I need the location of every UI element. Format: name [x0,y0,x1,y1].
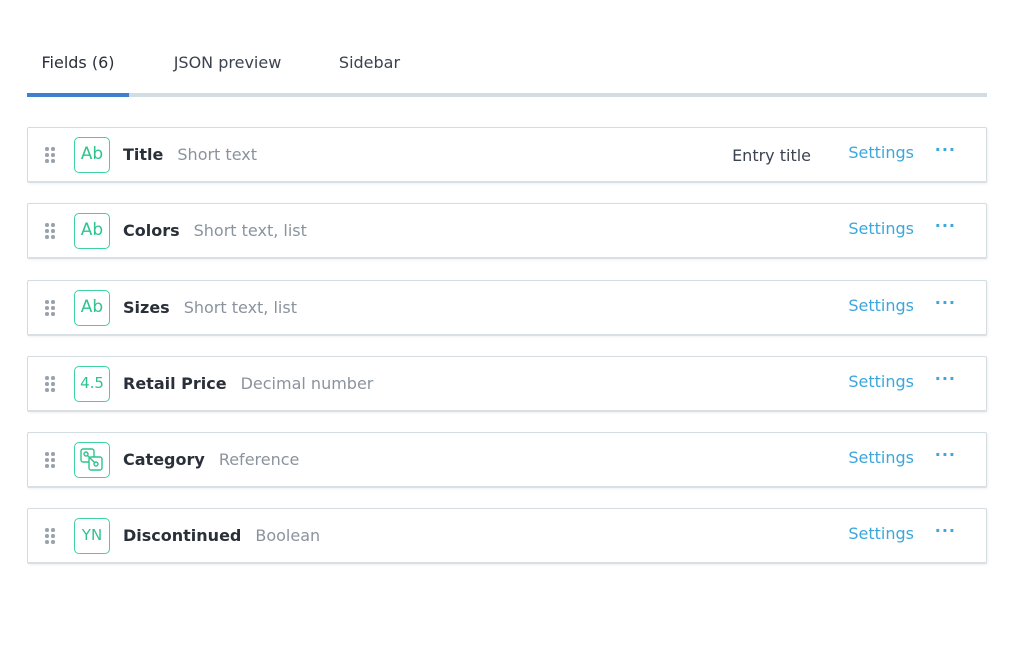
decimal-icon: 4.5 [74,366,110,402]
field-row-sizes[interactable]: Ab Sizes Short text, list Settings ··· [27,280,987,336]
tab-bar: Fields (6) JSON preview Sidebar [27,40,987,97]
field-row-category[interactable]: Category Reference Settings ··· [27,432,987,488]
drag-handle-icon[interactable] [45,376,55,392]
tab-rail [27,93,987,97]
tab-fields[interactable]: Fields (6) [27,40,129,93]
field-type: Short text, list [193,221,307,240]
field-row-discontinued[interactable]: YN Discontinued Boolean Settings ··· [27,508,987,564]
settings-link[interactable]: Settings [848,372,914,391]
drag-handle-icon[interactable] [45,528,55,544]
field-type: Decimal number [240,374,374,393]
active-tab-indicator [27,93,129,97]
more-options-icon[interactable]: ··· [935,369,956,388]
field-type: Short text, list [183,298,297,317]
drag-handle-icon[interactable] [45,223,55,239]
field-name: Colors [123,221,180,240]
settings-link[interactable]: Settings [848,448,914,467]
more-options-icon[interactable]: ··· [935,140,956,159]
drag-handle-icon[interactable] [45,147,55,163]
drag-handle-icon[interactable] [45,300,55,316]
field-row-title[interactable]: Ab Title Short text Entry title Settings … [27,127,987,183]
field-name: Discontinued [123,526,242,545]
field-row-retail-price[interactable]: 4.5 Retail Price Decimal number Settings … [27,356,987,412]
field-name: Retail Price [123,374,227,393]
settings-link[interactable]: Settings [848,296,914,315]
more-options-icon[interactable]: ··· [935,293,956,312]
entry-title-badge: Entry title [732,146,811,165]
more-options-icon[interactable]: ··· [935,445,956,464]
short-text-icon: Ab [74,213,110,249]
field-name: Title [123,145,164,164]
field-name: Sizes [123,298,170,317]
settings-link[interactable]: Settings [848,524,914,543]
field-list: Ab Title Short text Entry title Settings … [27,127,987,584]
field-name: Category [123,450,205,469]
drag-handle-icon[interactable] [45,452,55,468]
settings-link[interactable]: Settings [848,219,914,238]
more-options-icon[interactable]: ··· [935,216,956,235]
field-type: Short text [177,145,257,164]
field-type: Boolean [255,526,321,545]
tab-sidebar[interactable]: Sidebar [327,40,412,93]
settings-link[interactable]: Settings [848,143,914,162]
short-text-icon: Ab [74,137,110,173]
tab-json-preview[interactable]: JSON preview [160,40,295,93]
boolean-icon: YN [74,518,110,554]
field-row-colors[interactable]: Ab Colors Short text, list Settings ··· [27,203,987,259]
field-type: Reference [218,450,300,469]
short-text-icon: Ab [74,290,110,326]
reference-icon [74,442,110,478]
more-options-icon[interactable]: ··· [935,521,956,540]
